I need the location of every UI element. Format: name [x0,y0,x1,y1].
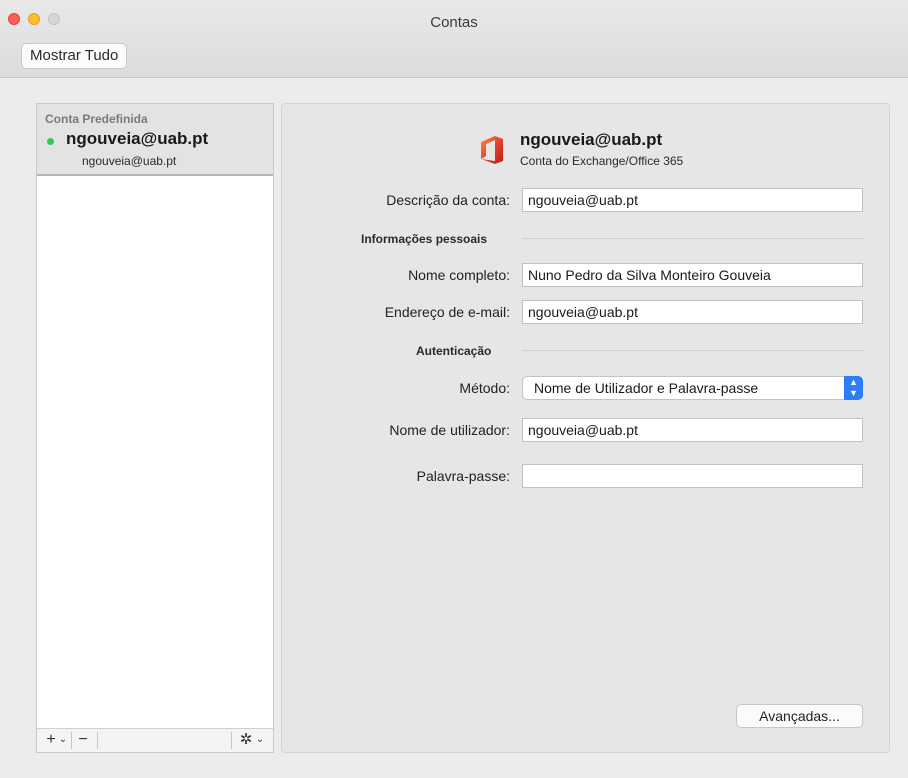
personal-info-section-title: Informações pessoais [361,232,488,246]
accounts-window: Contas Mostrar Tudo Conta Predefinida ng… [0,0,908,778]
office-icon [481,136,503,164]
username-field[interactable] [522,418,863,442]
auth-method-value: Nome de Utilizador e Palavra-passe [534,380,759,396]
accounts-sidebar: Conta Predefinida ngouveia@uab.pt ngouve… [36,103,274,753]
full-name-field[interactable] [522,263,863,287]
email-field[interactable] [522,300,863,324]
section-divider [522,350,863,351]
chevron-up-down-icon[interactable]: ▲ ▼ [844,376,863,400]
auth-method-select[interactable]: Nome de Utilizador e Palavra-passe ▲ ▼ [522,376,863,400]
account-list-email: ngouveia@uab.pt [82,154,177,168]
password-field[interactable] [522,464,863,488]
divider [97,732,98,749]
show-all-button[interactable]: Mostrar Tudo [21,43,128,69]
divider [231,732,232,749]
advanced-button[interactable]: Avançadas... [736,704,863,728]
account-list-item-selected[interactable]: Conta Predefinida ngouveia@uab.pt ngouve… [37,104,273,176]
divider [71,732,72,749]
account-header-name: ngouveia@uab.pt [520,130,663,149]
window-title: Contas [430,14,478,31]
section-divider [522,238,863,239]
full-name-label: Nome completo: [408,267,510,283]
remove-account-button[interactable]: − [73,729,93,752]
description-field[interactable] [522,188,863,212]
password-label: Palavra-passe: [416,468,510,484]
gear-icon[interactable]: ✲ [237,729,255,752]
default-account-group-label: Conta Predefinida [45,112,148,126]
account-detail-panel: ngouveia@uab.pt Conta do Exchange/Office… [281,103,890,753]
email-label: Endereço de e-mail: [384,304,510,320]
method-label: Método: [459,380,510,396]
description-label: Descrição da conta: [386,192,510,208]
username-label: Nome de utilizador: [389,422,510,438]
account-type-label: Conta do Exchange/Office 365 [520,154,684,168]
title-bar: Contas Mostrar Tudo [0,0,908,78]
chevron-down-icon[interactable]: ⌄ [58,729,68,752]
sidebar-footer: + ⌄ − ✲ ⌄ [37,728,273,752]
account-list-name: ngouveia@uab.pt [66,129,209,148]
authentication-section-title: Autenticação [416,344,492,358]
online-status-dot [47,138,54,145]
chevron-down-icon[interactable]: ⌄ [255,729,265,752]
